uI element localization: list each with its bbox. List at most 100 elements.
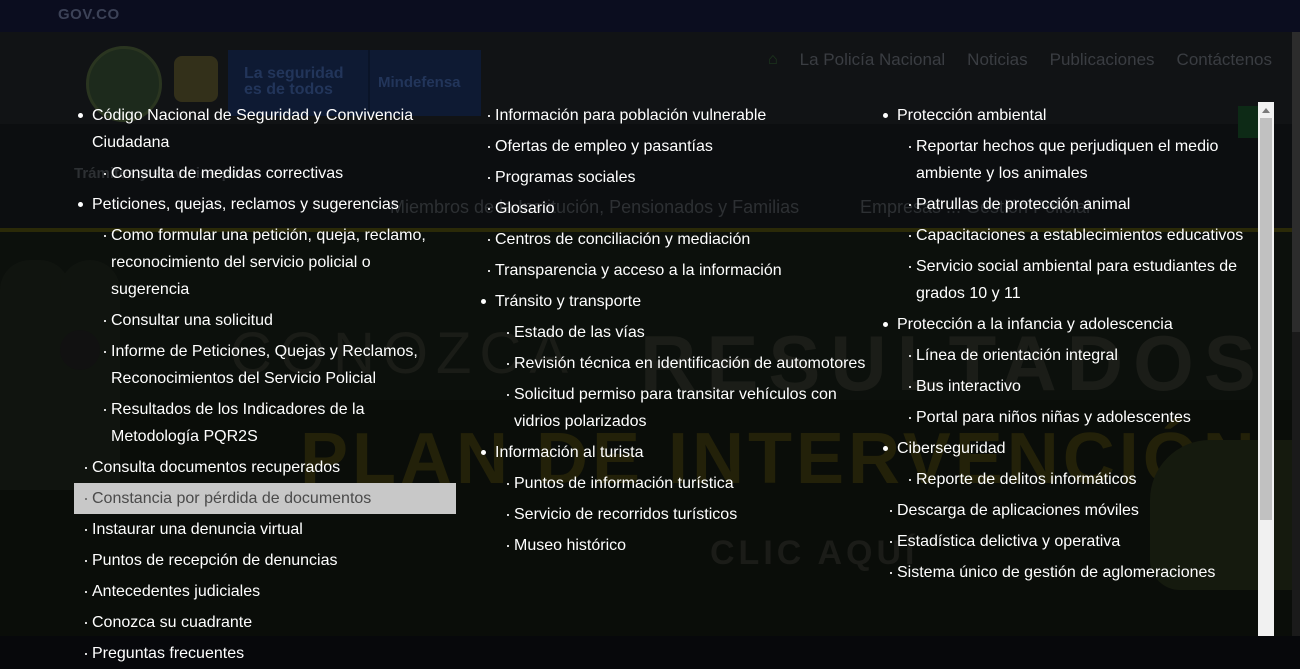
- menu-item[interactable]: Información para población vulnerable: [477, 100, 877, 131]
- menu-item[interactable]: Como formular una petición, queja, recla…: [74, 220, 456, 305]
- nav-contactenos[interactable]: Contáctenos: [1177, 50, 1272, 70]
- bullet-icon: [890, 541, 892, 543]
- menu-item[interactable]: Instaurar una denuncia virtual: [74, 514, 456, 545]
- menu-item-label: Descarga de aplicaciones móviles: [897, 502, 1139, 519]
- top-nav: ⌂ La Policía Nacional Noticias Publicaci…: [768, 50, 1272, 70]
- menu-column-1: Código Nacional de Seguridad y Convivenc…: [74, 100, 456, 669]
- menu-item-label: Peticiones, quejas, reclamos y sugerenci…: [92, 196, 399, 213]
- menu-item[interactable]: Programas sociales: [477, 162, 877, 193]
- menu-item[interactable]: Capacitaciones a establecimientos educat…: [879, 220, 1259, 251]
- bullet-icon: [104, 173, 106, 175]
- nav-policia[interactable]: La Policía Nacional: [800, 50, 946, 70]
- scrollbar-thumb[interactable]: [1260, 118, 1272, 520]
- menu-item-label: Protección ambiental: [897, 107, 1047, 124]
- bullet-icon: [507, 332, 509, 334]
- menu-scrollbar[interactable]: [1258, 102, 1274, 636]
- menu-item[interactable]: Descarga de aplicaciones móviles: [879, 495, 1259, 526]
- bullet-icon: [488, 239, 490, 241]
- bullet-icon: [909, 266, 911, 268]
- menu-item[interactable]: Patrullas de protección animal: [879, 189, 1259, 220]
- menu-item[interactable]: Revisión técnica en identificación de au…: [477, 348, 877, 379]
- menu-item[interactable]: Protección ambiental: [879, 100, 1259, 131]
- menu-item[interactable]: Puntos de información turística: [477, 468, 877, 499]
- bullet-icon: [883, 322, 888, 327]
- menu-item-label: Código Nacional de Seguridad y Convivenc…: [92, 107, 414, 151]
- bullet-icon: [85, 622, 87, 624]
- menu-item-label: Solicitud permiso para transitar vehícul…: [514, 386, 837, 430]
- bullet-icon: [85, 498, 87, 500]
- menu-item-label: Revisión técnica en identificación de au…: [514, 355, 866, 372]
- menu-item[interactable]: Reporte de delitos informáticos: [879, 464, 1259, 495]
- menu-item[interactable]: Sistema único de gestión de aglomeracion…: [879, 557, 1259, 588]
- page-scrollbar-thumb[interactable]: [1292, 32, 1300, 332]
- menu-item-label: Resultados de los Indicadores de la Meto…: [111, 401, 365, 445]
- menu-item[interactable]: Código Nacional de Seguridad y Convivenc…: [74, 100, 456, 158]
- menu-item[interactable]: Consultar una solicitud: [74, 305, 456, 336]
- menu-item[interactable]: Ciberseguridad: [879, 433, 1259, 464]
- bullet-icon: [78, 113, 83, 118]
- bullet-icon: [507, 394, 509, 396]
- menu-item[interactable]: Servicio de recorridos turísticos: [477, 499, 877, 530]
- bullet-icon: [909, 146, 911, 148]
- menu-item[interactable]: Portal para niños niñas y adolescentes: [879, 402, 1259, 433]
- menu-item[interactable]: Línea de orientación integral: [879, 340, 1259, 371]
- menu-item[interactable]: Museo histórico: [477, 530, 877, 561]
- menu-item-label: Glosario: [495, 200, 555, 217]
- menu-item-label: Portal para niños niñas y adolescentes: [916, 409, 1191, 426]
- menu-item[interactable]: Estadística delictiva y operativa: [879, 526, 1259, 557]
- scroll-up-arrow-icon[interactable]: [1258, 102, 1274, 118]
- menu-item[interactable]: Centros de conciliación y mediación: [477, 224, 877, 255]
- nav-noticias[interactable]: Noticias: [967, 50, 1027, 70]
- menu-item[interactable]: Ofertas de empleo y pasantías: [477, 131, 877, 162]
- home-icon[interactable]: ⌂: [768, 51, 778, 69]
- menu-item[interactable]: Reportar hechos que perjudiquen el medio…: [879, 131, 1259, 189]
- menu-item[interactable]: Glosario: [477, 193, 877, 224]
- menu-item-label: Centros de conciliación y mediación: [495, 231, 751, 248]
- menu-item-label: Sistema único de gestión de aglomeracion…: [897, 564, 1216, 581]
- bullet-icon: [85, 529, 87, 531]
- menu-item-label: Información para población vulnerable: [495, 107, 767, 124]
- bullet-icon: [883, 446, 888, 451]
- menu-item-label: Puntos de recepción de denuncias: [92, 552, 338, 569]
- menu-item[interactable]: Consulta documentos recuperados: [74, 452, 456, 483]
- menu-item[interactable]: Constancia por pérdida de documentos: [74, 483, 456, 514]
- menu-item[interactable]: Antecedentes judiciales: [74, 576, 456, 607]
- menu-item[interactable]: Conozca su cuadrante: [74, 607, 456, 638]
- menu-item-label: Consulta de medidas correctivas: [111, 165, 344, 182]
- bullet-icon: [507, 483, 509, 485]
- menu-item-label: Información al turista: [495, 444, 644, 461]
- menu-item[interactable]: Resultados de los Indicadores de la Meto…: [74, 394, 456, 452]
- gov-logo[interactable]: GOV.CO: [58, 6, 120, 23]
- menu-item-label: Consulta documentos recuperados: [92, 459, 341, 476]
- menu-item-label: Patrullas de protección animal: [916, 196, 1131, 213]
- menu-item[interactable]: Protección a la infancia y adolescencia: [879, 309, 1259, 340]
- menu-item-label: Consultar una solicitud: [111, 312, 273, 329]
- menu-item-label: Tránsito y transporte: [495, 293, 642, 310]
- menu-item[interactable]: Informe de Peticiones, Quejas y Reclamos…: [74, 336, 456, 394]
- menu-item[interactable]: Preguntas frecuentes: [74, 638, 456, 669]
- bullet-icon: [104, 320, 106, 322]
- menu-item-label: Bus interactivo: [916, 378, 1021, 395]
- menu-item[interactable]: Puntos de recepción de denuncias: [74, 545, 456, 576]
- menu-item-label: Programas sociales: [495, 169, 636, 186]
- menu-item[interactable]: Bus interactivo: [879, 371, 1259, 402]
- menu-item[interactable]: Tránsito y transporte: [477, 286, 877, 317]
- menu-item[interactable]: Transparencia y acceso a la información: [477, 255, 877, 286]
- menu-item[interactable]: Solicitud permiso para transitar vehícul…: [477, 379, 877, 437]
- menu-item-label: Antecedentes judiciales: [92, 583, 261, 600]
- nav-publicaciones[interactable]: Publicaciones: [1050, 50, 1155, 70]
- menu-item-label: Informe de Peticiones, Quejas y Reclamos…: [111, 343, 418, 387]
- menu-item[interactable]: Servicio social ambiental para estudiant…: [879, 251, 1259, 309]
- bullet-icon: [909, 204, 911, 206]
- bullet-icon: [85, 467, 87, 469]
- bullet-icon: [507, 514, 509, 516]
- menu-item[interactable]: Consulta de medidas correctivas: [74, 158, 456, 189]
- menu-item-label: Reporte de delitos informáticos: [916, 471, 1137, 488]
- brand-text: La seguridad es de todos: [244, 65, 344, 98]
- bullet-icon: [909, 355, 911, 357]
- menu-item[interactable]: Peticiones, quejas, reclamos y sugerenci…: [74, 189, 456, 220]
- menu-item[interactable]: Estado de las vías: [477, 317, 877, 348]
- bullet-icon: [909, 479, 911, 481]
- menu-item[interactable]: Información al turista: [477, 437, 877, 468]
- page-scrollbar[interactable]: [1292, 32, 1300, 636]
